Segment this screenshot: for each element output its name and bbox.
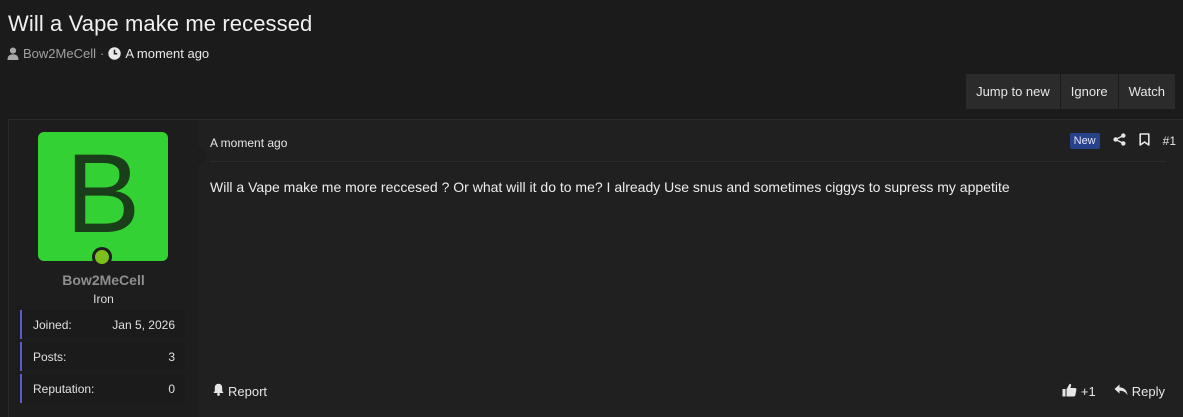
post-date[interactable]: A moment ago (210, 136, 287, 150)
post-footer-right: +1 Reply (1062, 383, 1165, 400)
post-number-link[interactable]: #1 (1163, 134, 1176, 148)
avatar-letter: B (65, 130, 141, 256)
share-icon[interactable] (1113, 133, 1126, 149)
post-user-cell: B Bow2MeCell Iron Joined: Jan 5, 2026 Po… (9, 120, 198, 417)
thumbs-up-icon (1062, 383, 1077, 400)
meta-separator: · (99, 46, 105, 61)
stat-joined: Joined: Jan 5, 2026 (20, 310, 185, 339)
stat-value: 0 (168, 381, 175, 396)
clock-icon (108, 47, 122, 60)
thread-page: Will a Vape make me recessed Bow2MeCell … (0, 0, 1183, 417)
reply-icon (1114, 384, 1128, 399)
report-button[interactable]: Report (213, 383, 267, 399)
watch-button[interactable]: Watch (1117, 74, 1175, 109)
stat-posts: Posts: 3 (20, 342, 185, 371)
ignore-button[interactable]: Ignore (1059, 74, 1118, 109)
user-icon (7, 47, 19, 60)
avatar[interactable]: B (38, 132, 168, 261)
thread-meta: Bow2MeCell · A moment ago (7, 46, 209, 61)
user-cell-arrow (198, 146, 208, 166)
stat-label: Reputation: (33, 381, 95, 396)
online-indicator (93, 248, 111, 266)
thread-title: Will a Vape make me recessed (8, 11, 313, 36)
post-body: Will a Vape make me more reccesed ? Or w… (210, 179, 1010, 195)
bookmark-icon[interactable] (1139, 133, 1150, 149)
thread-time[interactable]: A moment ago (125, 46, 209, 61)
new-badge: New (1069, 133, 1100, 149)
stat-label: Posts: (33, 349, 67, 364)
post: B Bow2MeCell Iron Joined: Jan 5, 2026 Po… (8, 119, 1183, 417)
reply-button[interactable]: Reply (1114, 384, 1165, 399)
thread-action-bar: Jump to new Ignore Watch (966, 74, 1175, 109)
stat-value: 3 (168, 349, 175, 364)
thread-author-link[interactable]: Bow2MeCell (23, 46, 96, 61)
stat-label: Joined: (33, 317, 72, 332)
like-button[interactable]: +1 (1062, 383, 1096, 400)
post-footer-left: Report (213, 383, 267, 399)
stat-reputation: Reputation: 0 (20, 374, 185, 403)
post-tools: New #1 (1069, 133, 1176, 149)
user-title: Iron (93, 292, 114, 306)
jump-to-new-button[interactable]: Jump to new (966, 74, 1060, 109)
reply-label: Reply (1131, 384, 1165, 399)
post-header: A moment ago New #1 (210, 133, 1176, 162)
stat-value: Jan 5, 2026 (112, 317, 175, 332)
reaction-count: +1 (1080, 384, 1096, 399)
report-label: Report (228, 383, 268, 399)
username[interactable]: Bow2MeCell (9, 272, 198, 288)
bell-icon (213, 383, 224, 399)
